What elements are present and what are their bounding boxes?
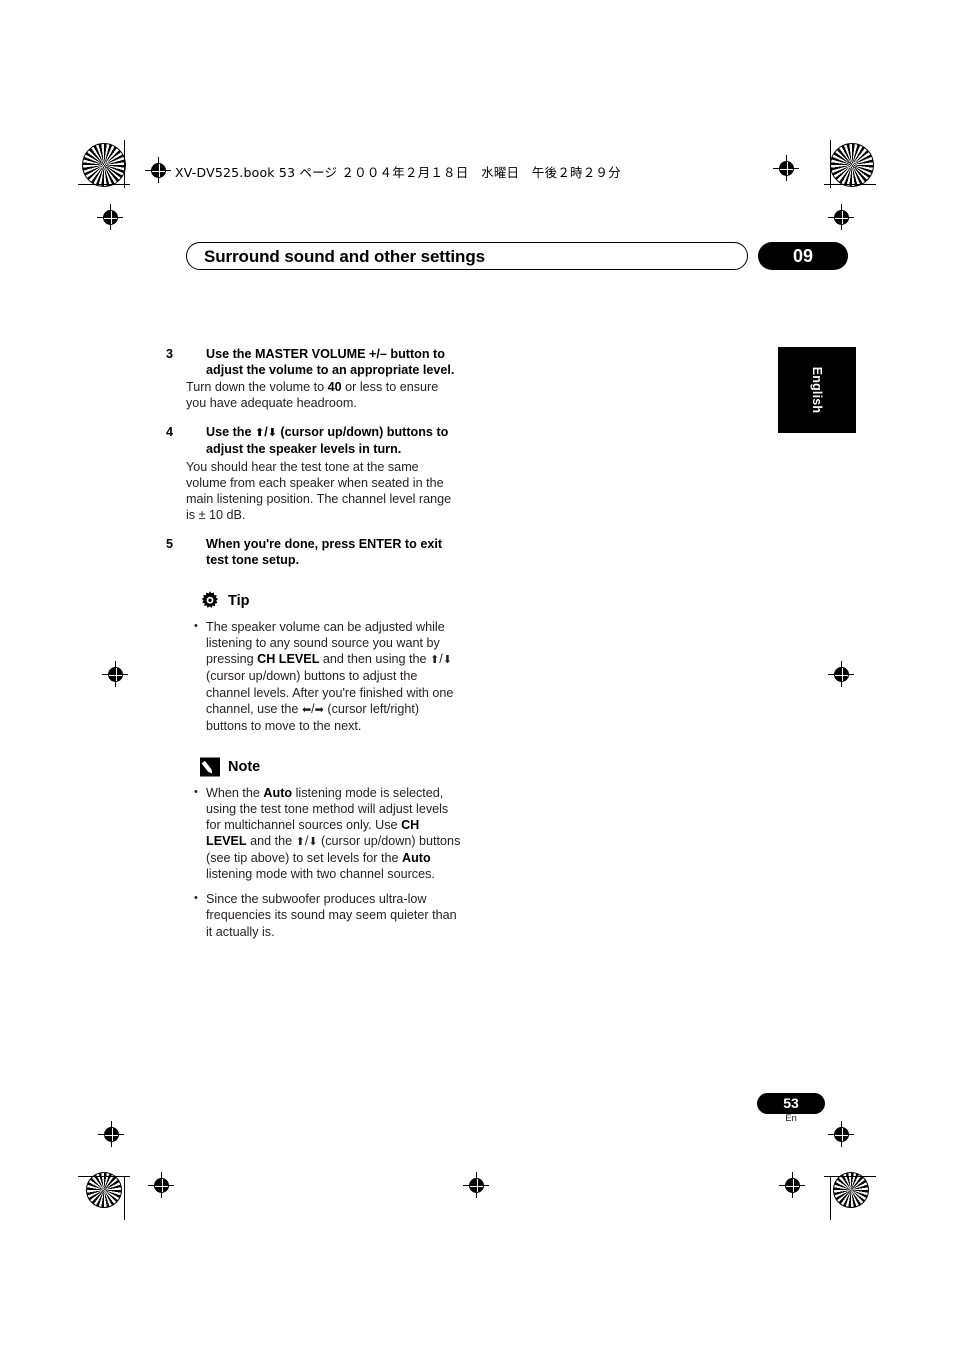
note-item-1: When the Auto listening mode is selected…: [186, 784, 462, 883]
step-3-volume-value: 40: [327, 380, 342, 395]
note-item-1-text1: When the: [206, 785, 264, 800]
language-side-tab: English: [778, 347, 856, 433]
page-number-badge: 53: [757, 1093, 825, 1114]
step-3-heading: 3 Use the MASTER VOLUME +/– button to adj…: [166, 346, 462, 378]
chapter-number-badge: 09: [758, 242, 848, 270]
pencil-icon: [199, 756, 221, 778]
crop-mark-top-right: [824, 140, 876, 188]
step-4: 4 Use the ⬆/⬇ (cursor up/down) buttons to…: [166, 424, 462, 523]
step-3-heading-text: Use the MASTER VOLUME +/– button to adju…: [206, 347, 455, 378]
note-block-header: Note: [199, 756, 462, 778]
cursor-up-icon: ⬆: [255, 426, 265, 440]
registration-mark-top-header: [145, 157, 171, 183]
note-label: Note: [228, 758, 261, 775]
cursor-down-icon: ⬇: [308, 835, 318, 849]
tip-item-1-text2: and then using the: [319, 652, 431, 667]
cursor-up-icon: ⬆: [295, 835, 305, 849]
main-text-column: 3 Use the MASTER VOLUME +/– button to adj…: [166, 346, 462, 949]
tip-ch-level-label: CH LEVEL: [257, 652, 320, 667]
crop-mark-bottom-right: [824, 1168, 876, 1220]
book-file-header: XV-DV525.book 53 ページ ２００４年２月１８日 水曜日 午後２時…: [175, 165, 621, 180]
step-4-heading: 4 Use the ⬆/⬇ (cursor up/down) buttons to…: [166, 424, 462, 457]
registration-mark-left-upper: [97, 204, 123, 230]
tip-list: The speaker volume can be adjusted while…: [186, 618, 462, 734]
step-5-heading: 5 When you're done, press ENTER to exit t…: [166, 536, 462, 568]
step-4-heading-pre: Use the: [206, 425, 255, 440]
language-side-tab-label: English: [810, 366, 824, 414]
note-auto-label-1: Auto: [263, 785, 293, 800]
tip-block-header: Tip: [199, 590, 462, 612]
registration-mark-right-upper: [828, 204, 854, 230]
step-3-body-part1: Turn down the volume to: [186, 380, 328, 395]
registration-mark-bottom-right: [779, 1172, 805, 1198]
note-list: When the Auto listening mode is selected…: [186, 784, 462, 940]
cursor-down-icon: ⬇: [267, 426, 277, 440]
registration-mark-right-middle: [828, 661, 854, 687]
step-4-number: 4: [166, 425, 174, 440]
note-block: Note When the Auto listening mode is sel…: [186, 756, 462, 940]
registration-mark-right-lower: [828, 1121, 854, 1147]
tip-item-1: The speaker volume can be adjusted while…: [186, 618, 462, 734]
registration-mark-left-middle: [102, 661, 128, 687]
step-4-body: You should hear the test tone at the sam…: [186, 459, 452, 522]
note-auto-label-2: Auto: [402, 851, 431, 866]
crop-mark-top-left: [78, 140, 130, 188]
registration-mark-left-lower: [98, 1121, 124, 1147]
step-3-number: 3: [166, 347, 174, 361]
page-language-code: En: [785, 1113, 797, 1124]
step-5: 5 When you're done, press ENTER to exit t…: [166, 536, 462, 568]
note-item-2: Since the subwoofer produces ultra-low f…: [186, 890, 462, 939]
cursor-down-icon: ⬇: [442, 653, 452, 667]
page-title: Surround sound and other settings: [204, 247, 485, 266]
registration-mark-bottom-left: [148, 1172, 174, 1198]
step-5-number: 5: [166, 536, 174, 551]
step-5-heading-text: When you're done, press ENTER to exit te…: [206, 536, 443, 568]
cursor-up-icon: ⬆: [430, 653, 440, 667]
chapter-title-bar: Surround sound and other settings: [186, 242, 748, 270]
note-item-1-text3: and the: [246, 834, 296, 849]
tip-block: Tip The speaker volume can be adjusted w…: [186, 590, 462, 734]
cursor-right-icon: ➡: [314, 702, 324, 716]
cursor-left-icon: ⬅: [301, 702, 312, 716]
note-item-2-text: Since the subwoofer produces ultra-low f…: [206, 892, 457, 939]
registration-mark-bottom-center: [463, 1172, 489, 1198]
tip-label: Tip: [228, 593, 250, 610]
crop-mark-bottom-left: [78, 1168, 130, 1220]
note-item-1-text5: listening mode with two channel sources.: [206, 867, 435, 882]
gear-icon: [199, 590, 221, 612]
step-3-body: Turn down the volume to 40 or less to en…: [186, 379, 462, 411]
step-3: 3 Use the MASTER VOLUME +/– button to adj…: [166, 346, 462, 411]
registration-mark-top-center-right: [773, 155, 799, 181]
